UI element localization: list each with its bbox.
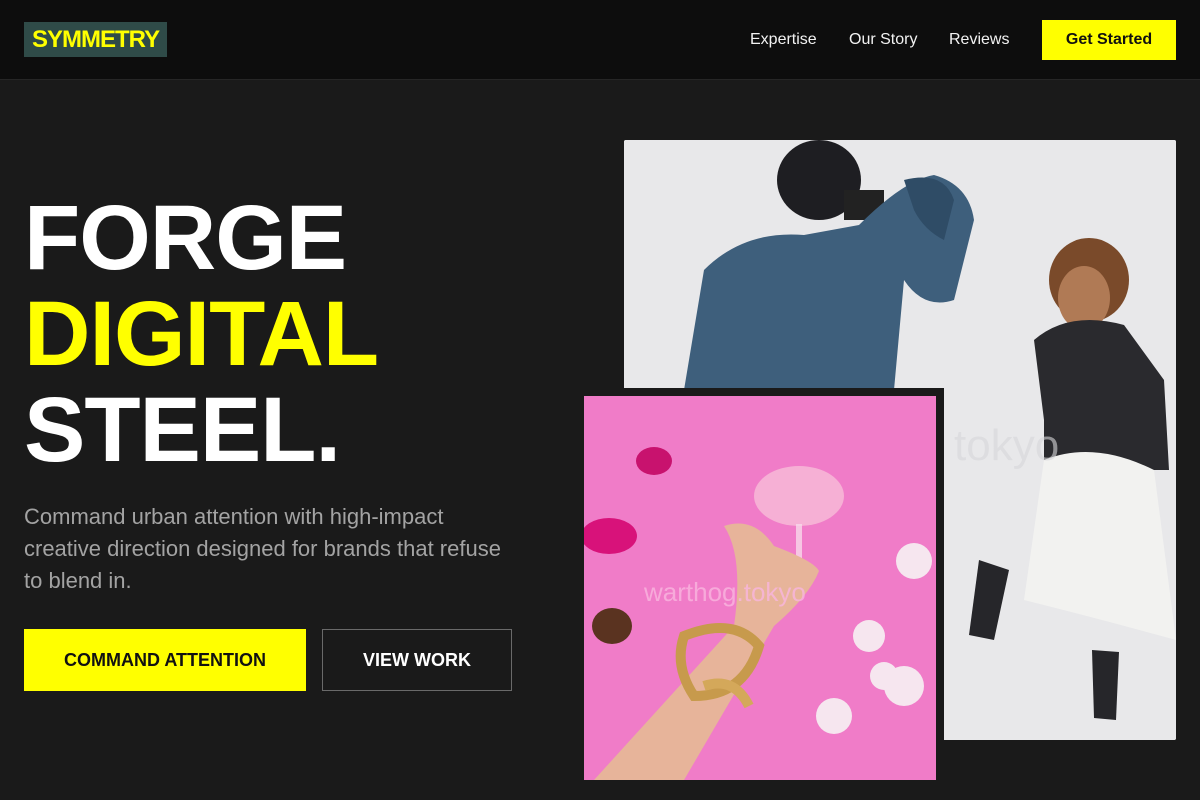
hand-chains-image: warthog.tokyo <box>584 396 936 780</box>
view-work-button[interactable]: VIEW WORK <box>322 629 512 691</box>
nav-link-reviews[interactable]: Reviews <box>949 0 1009 80</box>
get-started-button[interactable]: Get Started <box>1042 20 1176 60</box>
headline-line-1: FORGE <box>24 187 347 289</box>
headline-line-3: STEEL. <box>24 379 341 481</box>
hero-subtext: Command urban attention with high-impact… <box>24 504 501 593</box>
hero-headline: FORGE DIGITAL STEEL. <box>24 187 379 481</box>
logo[interactable]: SYMMETRY <box>24 22 168 57</box>
svg-text:tokyo: tokyo <box>954 421 1059 470</box>
site-header: SYMMETRY Expertise Our Story Reviews Get… <box>0 0 1200 80</box>
command-attention-button[interactable]: COMMAND ATTENTION <box>24 629 306 691</box>
headline-line-2: DIGITAL <box>24 283 379 385</box>
nav-link-our-story[interactable]: Our Story <box>849 0 917 80</box>
nav-link-expertise[interactable]: Expertise <box>750 0 817 80</box>
svg-text:warthog.tokyo: warthog.tokyo <box>643 577 806 607</box>
